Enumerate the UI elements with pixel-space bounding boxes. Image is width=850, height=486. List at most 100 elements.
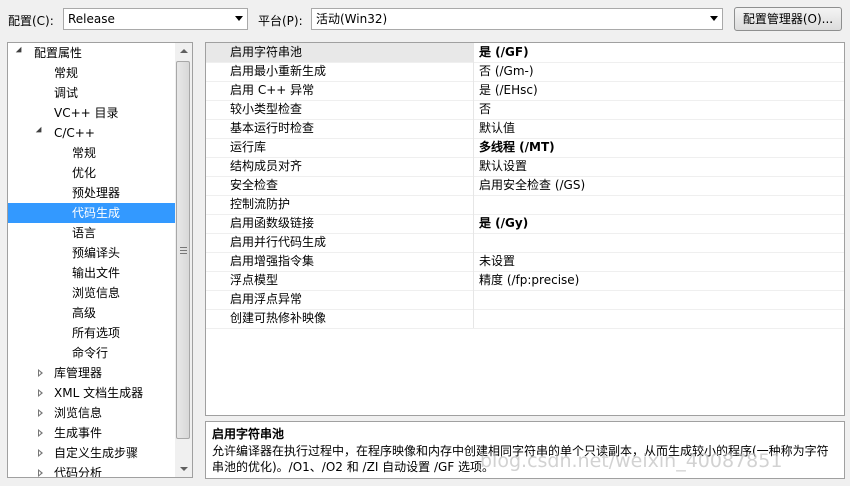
property-row[interactable]: 较小类型检查否 (206, 100, 844, 120)
tree-item[interactable]: 生成事件 (8, 423, 176, 443)
expanded-triangle-icon[interactable] (35, 126, 45, 136)
tree-item[interactable]: C/C++ (8, 123, 176, 143)
tree-item-label: 常规 (54, 66, 79, 80)
configuration-manager-button[interactable]: 配置管理器(O)... (734, 7, 842, 31)
property-row[interactable]: 启用最小重新生成否 (/Gm-) (206, 62, 844, 82)
config-dropdown[interactable]: Release (63, 8, 248, 30)
property-name: 启用并行代码生成 (206, 233, 474, 252)
property-value[interactable]: 否 (479, 100, 491, 119)
property-name: 较小类型检查 (206, 100, 474, 119)
tree-item-label: 命令行 (72, 346, 109, 360)
property-row[interactable]: 启用函数级链接是 (/Gy) (206, 214, 844, 234)
tree-item-label: 代码分析 (54, 466, 103, 478)
tree-item[interactable]: 调试 (8, 83, 176, 103)
toolbar: 配置(C): Release 平台(P): 活动(Win32) 配置管理器(O)… (0, 0, 850, 40)
tree-item-label: 调试 (54, 86, 79, 100)
property-name: 浮点模型 (206, 271, 474, 290)
property-row[interactable]: 启用浮点异常 (206, 290, 844, 310)
property-row[interactable]: 启用字符串池是 (/GF) (206, 43, 844, 63)
tree-item[interactable]: 所有选项 (8, 323, 176, 343)
property-name: 启用增强指令集 (206, 252, 474, 271)
tree-item-label: 常规 (72, 146, 97, 160)
tree-item-label: 配置属性 (34, 46, 83, 60)
platform-dropdown-value: 活动(Win32) (316, 12, 388, 26)
property-value[interactable]: 默认设置 (479, 157, 527, 176)
property-name: 启用浮点异常 (206, 290, 474, 309)
tree-scrollbar[interactable] (175, 43, 192, 477)
platform-label: 平台(P): (258, 14, 303, 28)
tree-item-label: 生成事件 (54, 426, 103, 440)
property-value[interactable]: 启用安全检查 (/GS) (479, 176, 585, 195)
tree-item-label: 语言 (72, 226, 97, 240)
expanded-triangle-icon[interactable] (15, 46, 25, 56)
property-value[interactable]: 是 (/GF) (479, 43, 529, 62)
scroll-up-icon[interactable] (175, 43, 192, 60)
tree-item-label: 预编译头 (72, 246, 121, 260)
tree-item-label: XML 文档生成器 (54, 386, 144, 400)
tree-item[interactable]: 输出文件 (8, 263, 176, 283)
tree-item[interactable]: 命令行 (8, 343, 176, 363)
property-row[interactable]: 基本运行时检查 默认值 (206, 119, 844, 139)
tree-item[interactable]: 配置属性 (8, 43, 176, 63)
tree-item[interactable]: 高级 (8, 303, 176, 323)
tree-item[interactable]: 库管理器 (8, 363, 176, 383)
property-value[interactable]: 是 (/EHsc) (479, 81, 538, 100)
property-value[interactable]: 否 (/Gm-) (479, 62, 534, 81)
tree-item[interactable]: 浏览信息 (8, 283, 176, 303)
tree-item[interactable]: 浏览信息 (8, 403, 176, 423)
property-row[interactable]: 创建可热修补映像 (206, 309, 844, 329)
tree-item[interactable]: 代码分析 (8, 463, 176, 478)
collapsed-triangle-icon[interactable] (38, 469, 43, 477)
property-value[interactable]: 未设置 (479, 252, 515, 271)
tree-item[interactable]: VC++ 目录 (8, 103, 176, 123)
config-label: 配置(C): (8, 14, 54, 28)
tree-item[interactable]: 语言 (8, 223, 176, 243)
tree-item-label: 高级 (72, 306, 97, 320)
tree-item[interactable]: 优化 (8, 163, 176, 183)
tree-item[interactable]: 自定义生成步骤 (8, 443, 176, 463)
property-row[interactable]: 启用并行代码生成 (206, 233, 844, 253)
tree-item-label: C/C++ (54, 126, 95, 140)
property-name: 结构成员对齐 (206, 157, 474, 176)
tree-item-label: 代码生成 (72, 206, 121, 220)
tree-item-label: 浏览信息 (54, 406, 103, 420)
collapsed-triangle-icon[interactable] (38, 389, 43, 397)
tree-item-label: 预处理器 (72, 186, 121, 200)
property-row[interactable]: 安全检查 启用安全检查 (/GS) (206, 176, 844, 196)
property-name: 启用 C++ 异常 (206, 81, 474, 100)
property-value[interactable]: 默认值 (479, 119, 515, 138)
property-name: 控制流防护 (206, 195, 474, 214)
collapsed-triangle-icon[interactable] (38, 409, 43, 417)
tree-item-label: VC++ 目录 (54, 106, 119, 120)
collapsed-triangle-icon[interactable] (38, 369, 43, 377)
tree-item[interactable]: 预编译头 (8, 243, 176, 263)
watermark: blog.csdn.net/weixin_40087851 (480, 450, 783, 472)
collapsed-triangle-icon[interactable] (38, 429, 43, 437)
tree-item-label: 所有选项 (72, 326, 121, 340)
collapsed-triangle-icon[interactable] (38, 449, 43, 457)
platform-dropdown[interactable]: 活动(Win32) (311, 8, 723, 30)
config-dropdown-value: Release (68, 12, 115, 26)
property-row[interactable]: 运行库 多线程 (/MT) (206, 138, 844, 158)
property-row[interactable]: 结构成员对齐 默认设置 (206, 157, 844, 177)
property-row[interactable]: 启用增强指令集 未设置 (206, 252, 844, 272)
property-value[interactable]: 是 (/Gy) (479, 214, 528, 233)
property-row[interactable]: 控制流防护 (206, 195, 844, 215)
property-row[interactable]: 浮点模型 精度 (/fp:precise) (206, 271, 844, 291)
scroll-down-icon[interactable] (175, 460, 192, 477)
tree-item[interactable]: 常规 (8, 143, 176, 163)
property-value[interactable]: 精度 (/fp:precise) (479, 271, 579, 290)
property-name: 安全检查 (206, 176, 474, 195)
tree-item[interactable]: 预处理器 (8, 183, 176, 203)
property-name: 运行库 (206, 138, 474, 157)
property-row[interactable]: 启用 C++ 异常是 (/EHsc) (206, 81, 844, 101)
tree-item[interactable]: 代码生成 (8, 203, 176, 223)
property-value[interactable]: 多线程 (/MT) (479, 138, 555, 157)
tree-item[interactable]: XML 文档生成器 (8, 383, 176, 403)
tree-item-label: 浏览信息 (72, 286, 121, 300)
chevron-down-icon (710, 16, 718, 21)
tree-item[interactable]: 常规 (8, 63, 176, 83)
scroll-thumb[interactable] (176, 61, 190, 439)
property-name: 启用字符串池 (206, 43, 474, 62)
tree-item-label: 自定义生成步骤 (54, 446, 139, 460)
